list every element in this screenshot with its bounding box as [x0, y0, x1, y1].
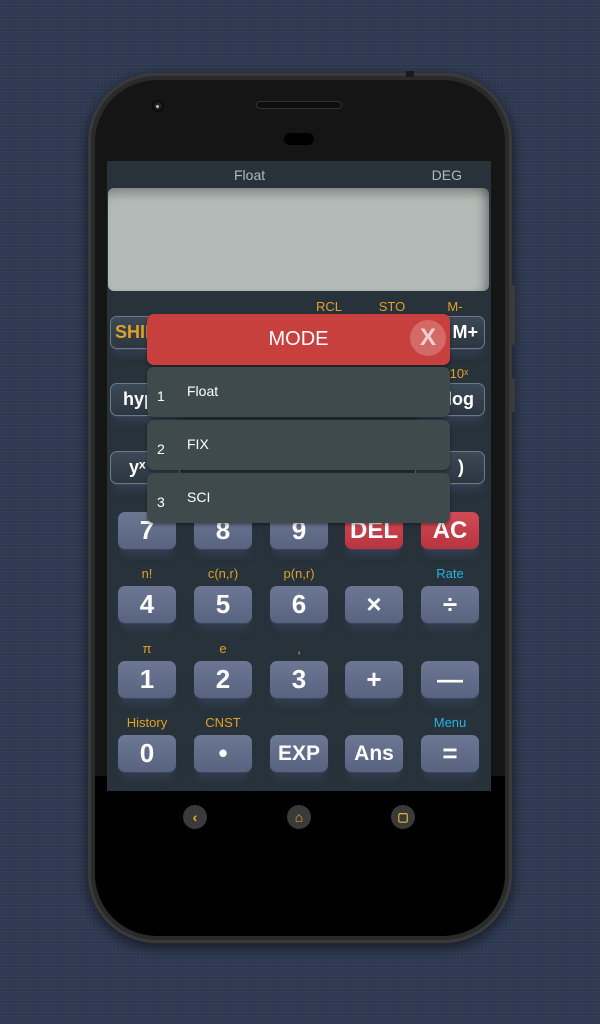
exp-key[interactable]: EXP	[270, 735, 328, 772]
equals-key[interactable]: =	[421, 735, 479, 772]
power-button	[511, 378, 515, 412]
ans-key[interactable]: Ans	[345, 735, 403, 772]
key-4[interactable]: 4	[118, 586, 176, 623]
proximity-sensor	[284, 133, 314, 145]
key-0[interactable]: 0	[118, 735, 176, 772]
secondary-function-label: CNST	[205, 715, 241, 730]
secondary-function-label: ,	[297, 641, 301, 656]
secondary-function-label: c(n,r)	[207, 566, 239, 581]
secondary-function-label: Menu	[433, 715, 467, 730]
mode-dialog-header: MODE X	[147, 314, 450, 365]
key-6[interactable]: 6	[270, 586, 328, 623]
mode-option-label: FIX	[187, 436, 209, 452]
home-icon[interactable]: ⌂	[287, 805, 311, 829]
mode-option-number: 2	[157, 441, 165, 457]
secondary-function-label: e	[219, 641, 227, 656]
plus-key[interactable]: +	[345, 661, 403, 698]
power-notch	[406, 71, 414, 77]
secondary-function-label: Rate	[436, 566, 464, 581]
front-camera-icon	[152, 100, 164, 112]
secondary-function-label: π	[142, 641, 152, 656]
mode-option-float[interactable]: 1 Float	[147, 367, 450, 417]
volume-button	[511, 285, 515, 345]
mode-option-fix[interactable]: 2 FIX	[147, 420, 450, 470]
key-1[interactable]: 1	[118, 661, 176, 698]
mode-option-label: SCI	[187, 489, 211, 505]
secondary-function-label: n!	[141, 566, 153, 581]
key-3[interactable]: 3	[270, 661, 328, 698]
minus-key[interactable]: —	[421, 661, 479, 698]
label-rcl: RCL	[315, 299, 342, 314]
mode-option-sci[interactable]: 3 SCI	[147, 473, 450, 523]
recents-icon[interactable]: ▢	[391, 805, 415, 829]
mode-option-label: Float	[187, 383, 219, 399]
status-row: Float DEG	[107, 161, 491, 187]
decimal-point-key[interactable]: •	[194, 735, 252, 772]
secondary-function-label: p(n,r)	[283, 566, 315, 581]
back-icon[interactable]: ‹	[183, 805, 207, 829]
close-icon[interactable]: X	[410, 320, 446, 356]
multiply-key[interactable]: ×	[345, 586, 403, 623]
key-5[interactable]: 5	[194, 586, 252, 623]
mode-option-number: 3	[157, 494, 165, 510]
label-m-minus: M-	[447, 299, 463, 314]
mode-option-number: 1	[157, 388, 165, 404]
earpiece-speaker	[256, 101, 342, 109]
angle-unit-indicator: DEG	[431, 167, 462, 183]
calculator-display	[108, 188, 489, 291]
secondary-function-label: History	[126, 715, 168, 730]
mode-indicator: Float	[234, 167, 266, 183]
system-navbar: ‹ ⌂ ▢	[107, 795, 491, 839]
label-sto: STO	[378, 299, 406, 314]
divide-key[interactable]: ÷	[421, 586, 479, 623]
mode-dialog-title: MODE	[268, 328, 329, 350]
key-2[interactable]: 2	[194, 661, 252, 698]
